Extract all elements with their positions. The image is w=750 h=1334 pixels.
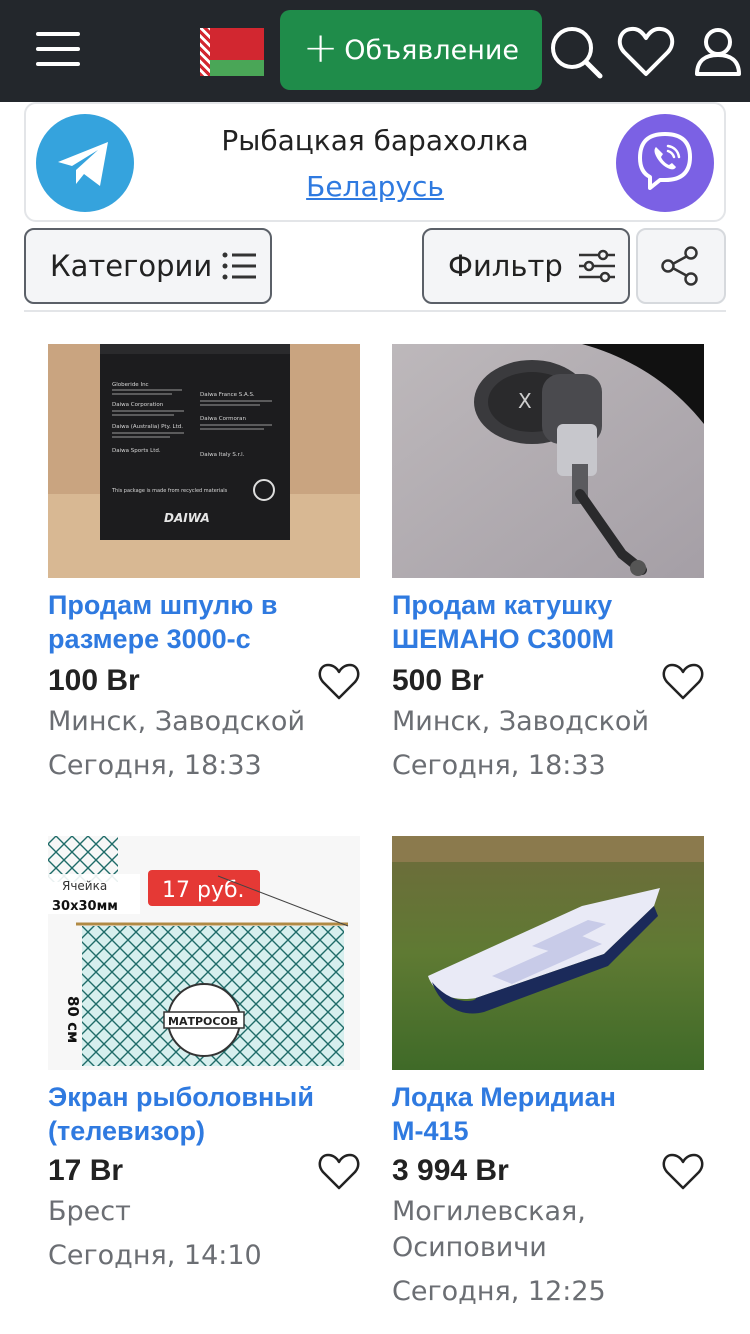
favorite-heart-icon[interactable]: [662, 1152, 704, 1192]
user-icon[interactable]: [688, 22, 748, 82]
listing-location: Минск, Заводской: [48, 706, 305, 737]
cell-label: Ячейка: [62, 879, 107, 893]
listing-photo[interactable]: X: [392, 344, 704, 578]
box-line: Globeride Inc: [112, 382, 149, 388]
box-line: Daiwa Corporation: [112, 402, 164, 408]
share-button[interactable]: [636, 228, 726, 304]
hamburger-icon[interactable]: [36, 30, 80, 68]
listing-card[interactable]: Globeride Inc Daiwa Corporation Daiwa (A…: [48, 344, 360, 784]
listing-price: 500 Br: [392, 664, 484, 697]
share-icon: [661, 246, 698, 286]
listing-photo[interactable]: Ячейка 30x30мм 17 руб. 80 см МАТРОСОВ: [48, 836, 360, 1070]
favorite-heart-icon[interactable]: [318, 662, 360, 702]
post-ad-button[interactable]: + Объявление: [280, 10, 542, 90]
list-icon: [222, 252, 257, 280]
listing-title-line[interactable]: ШЕМАНО С300М: [392, 622, 704, 656]
listing-title-line[interactable]: М-415: [392, 1114, 704, 1148]
filter-label: Фильтр: [448, 249, 563, 283]
listing-title-line[interactable]: размере 3000-с: [48, 622, 360, 656]
listing-location: Осиповичи: [392, 1232, 547, 1263]
listing-card[interactable]: Лодка Меридиан М-415 3 994 Br Могилевска…: [392, 836, 704, 1316]
viber-icon[interactable]: [616, 114, 714, 212]
listing-location: Могилевская,: [392, 1196, 586, 1227]
brand-logo: МАТРОСОВ: [168, 1015, 238, 1028]
box-line: Daiwa Cormoran: [200, 416, 246, 422]
listing-time: Сегодня, 18:33: [392, 750, 606, 781]
listing-title-line[interactable]: Продам шпулю в: [48, 588, 360, 622]
box-line: Daiwa Italy S.r.l.: [200, 452, 245, 458]
listing-price: 3 994 Br: [392, 1154, 509, 1187]
listing-time: Сегодня, 12:25: [392, 1276, 606, 1307]
box-recycle-text: This package is made from recycled mater…: [111, 488, 228, 494]
listing-location: Брест: [48, 1196, 131, 1227]
heart-icon[interactable]: [616, 22, 676, 82]
listing-card[interactable]: Ячейка 30x30мм 17 руб. 80 см МАТРОСОВ Эк…: [48, 836, 360, 1276]
listing-price: 100 Br: [48, 664, 140, 697]
divider: [24, 310, 726, 312]
cell-size: 30x30мм: [52, 899, 118, 914]
filter-button[interactable]: Фильтр: [422, 228, 630, 304]
favorite-heart-icon[interactable]: [318, 1152, 360, 1192]
listing-photo[interactable]: Globeride Inc Daiwa Corporation Daiwa (A…: [48, 344, 360, 578]
belarus-flag-icon[interactable]: [200, 28, 264, 76]
listing-title-line[interactable]: Экран рыболовный: [48, 1080, 360, 1114]
post-ad-label: Объявление: [344, 34, 520, 66]
categories-button[interactable]: Категории: [24, 228, 272, 304]
height-label: 80 см: [64, 996, 82, 1043]
box-line: Daiwa France S.A.S.: [200, 392, 255, 398]
listing-title-line[interactable]: Продам катушку: [392, 588, 704, 622]
community-banner: Рыбацкая барахолка Беларусь: [24, 102, 726, 222]
reel-marking: X: [518, 389, 532, 413]
listing-title-line[interactable]: (телевизор): [48, 1114, 360, 1148]
plus-icon: +: [302, 23, 339, 72]
search-icon[interactable]: [546, 22, 606, 82]
listing-time: Сегодня, 14:10: [48, 1240, 262, 1271]
box-line: Daiwa Sports Ltd.: [112, 448, 161, 454]
listing-price: 17 Br: [48, 1154, 124, 1187]
sliders-icon: [578, 249, 615, 283]
listing-time: Сегодня, 18:33: [48, 750, 262, 781]
box-line: Daiwa (Australia) Pty. Ltd.: [112, 424, 183, 430]
top-bar: + Объявление: [0, 0, 750, 102]
box-brand: DAIWA: [164, 511, 210, 525]
listing-location: Минск, Заводской: [392, 706, 649, 737]
categories-label: Категории: [50, 249, 213, 283]
listing-card[interactable]: X Продам катушку ШЕМАНО С300М 500 Br Мин…: [392, 344, 704, 784]
listing-photo[interactable]: [392, 836, 704, 1070]
favorite-heart-icon[interactable]: [662, 662, 704, 702]
listing-title-line[interactable]: Лодка Меридиан: [392, 1080, 704, 1114]
